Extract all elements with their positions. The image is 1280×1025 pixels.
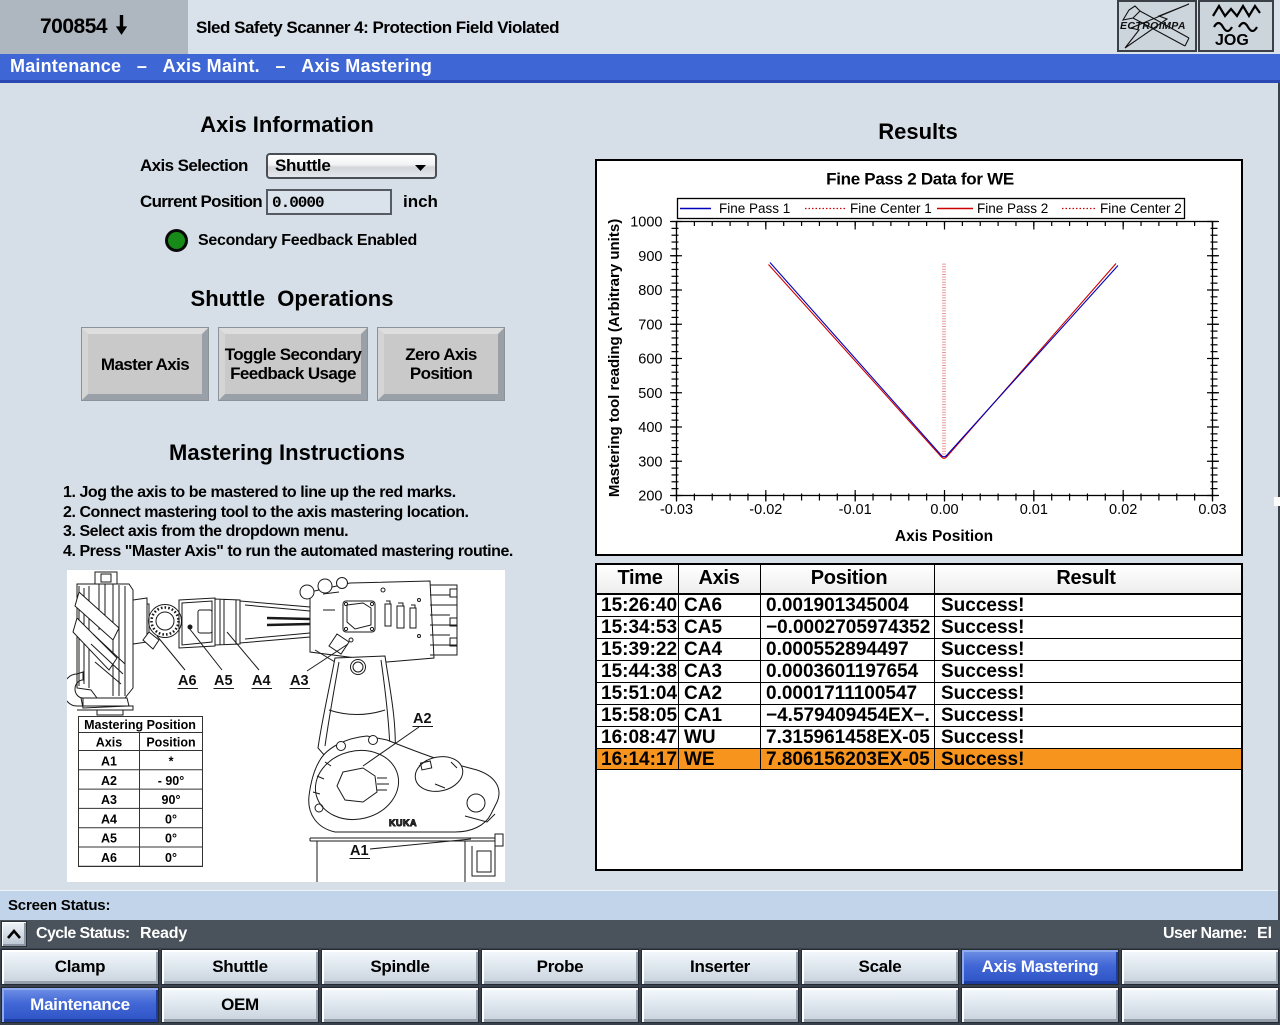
svg-text:A6: A6 bbox=[178, 673, 197, 689]
svg-text:A1: A1 bbox=[101, 755, 117, 769]
svg-text:Mastering Position: Mastering Position bbox=[84, 718, 196, 732]
svg-text:*: * bbox=[169, 755, 174, 769]
svg-text:Axis: Axis bbox=[96, 736, 122, 750]
svg-text:800: 800 bbox=[638, 283, 662, 299]
svg-text:Fine Center 2: Fine Center 2 bbox=[1100, 201, 1182, 216]
svg-text:Mastering tool reading (Arbitr: Mastering tool reading (Arbitrary units) bbox=[606, 219, 623, 497]
svg-text:0°: 0° bbox=[165, 851, 177, 865]
svg-text:0.02: 0.02 bbox=[1109, 502, 1137, 518]
svg-text:A2: A2 bbox=[101, 774, 117, 788]
svg-text:Axis Position: Axis Position bbox=[895, 528, 993, 545]
svg-text:200: 200 bbox=[638, 489, 662, 505]
svg-text:- 90°: - 90° bbox=[158, 774, 185, 788]
svg-text:-0.02: -0.02 bbox=[749, 502, 782, 518]
svg-text:A5: A5 bbox=[214, 673, 233, 689]
svg-text:700: 700 bbox=[638, 317, 662, 333]
svg-text:0.01: 0.01 bbox=[1020, 502, 1048, 518]
svg-text:A4: A4 bbox=[252, 673, 271, 689]
svg-text:400: 400 bbox=[638, 420, 662, 436]
svg-text:300: 300 bbox=[638, 454, 662, 470]
svg-text:-0.03: -0.03 bbox=[660, 502, 693, 518]
svg-text:A3: A3 bbox=[290, 673, 309, 689]
svg-text:Position: Position bbox=[146, 736, 195, 750]
svg-text:KUKA: KUKA bbox=[389, 818, 417, 828]
svg-text:A2: A2 bbox=[413, 711, 432, 727]
svg-text:A5: A5 bbox=[101, 832, 117, 846]
svg-text:0°: 0° bbox=[165, 832, 177, 846]
svg-text:0°: 0° bbox=[165, 812, 177, 826]
svg-text:500: 500 bbox=[638, 386, 662, 402]
svg-text:600: 600 bbox=[638, 352, 662, 368]
svg-text:1000: 1000 bbox=[630, 215, 662, 231]
svg-text:Fine Pass 2: Fine Pass 2 bbox=[977, 201, 1048, 216]
svg-text:A3: A3 bbox=[101, 793, 117, 807]
svg-text:A6: A6 bbox=[101, 851, 117, 865]
svg-text:Fine Pass 2 Data for WE: Fine Pass 2 Data for WE bbox=[826, 170, 1014, 189]
svg-text:900: 900 bbox=[638, 249, 662, 265]
svg-text:Fine Pass 1: Fine Pass 1 bbox=[719, 201, 790, 216]
svg-text:90°: 90° bbox=[162, 793, 181, 807]
svg-text:A4: A4 bbox=[101, 812, 117, 826]
svg-text:Fine Center 1: Fine Center 1 bbox=[850, 201, 932, 216]
svg-text:-0.01: -0.01 bbox=[839, 502, 872, 518]
svg-text:A1: A1 bbox=[350, 843, 369, 859]
svg-text:0.03: 0.03 bbox=[1198, 502, 1226, 518]
svg-text:0.00: 0.00 bbox=[930, 502, 958, 518]
svg-text:ECTROIMPA: ECTROIMPA bbox=[1120, 20, 1186, 32]
